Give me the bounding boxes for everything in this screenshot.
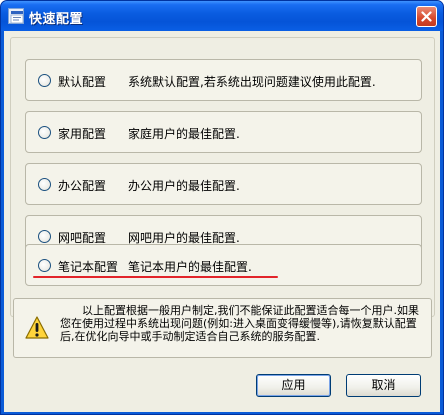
config-options-group: 默认配置 系统默认配置,若系统出现问题建议使用此配置. 家用配置 家庭用户的最佳… [10, 37, 435, 317]
close-icon [421, 11, 432, 22]
cancel-button[interactable]: 取消 [346, 374, 421, 397]
quick-config-window: 快速配置 默认配置 系统默认配置,若系统出现问题建议使用此配置. 家用配置 家庭… [0, 0, 444, 415]
warning-icon [25, 316, 49, 339]
window-title: 快速配置 [29, 12, 84, 27]
option-name: 笔记本配置 [58, 260, 119, 274]
radio-default[interactable] [38, 74, 51, 87]
dialog-client-area: 默认配置 系统默认配置,若系统出现问题建议使用此配置. 家用配置 家庭用户的最佳… [4, 31, 440, 412]
option-office[interactable]: 办公配置 办公用户的最佳配置. [25, 163, 422, 205]
radio-home[interactable] [38, 126, 51, 139]
option-description: 办公用户的最佳配置. [128, 179, 240, 193]
option-description: 家庭用户的最佳配置. [128, 127, 240, 141]
option-name: 办公配置 [58, 179, 107, 193]
info-text: 以上配置根据一般用户制定,我们不能保证此配置适合每一个用户.如果您在使用过程中系… [60, 304, 419, 343]
option-name: 默认配置 [58, 75, 107, 89]
apply-button[interactable]: 应用 [256, 374, 331, 397]
option-description: 笔记本用户的最佳配置. [128, 260, 252, 274]
title-bar[interactable]: 快速配置 [1, 1, 443, 31]
radio-office[interactable] [38, 178, 51, 191]
option-description: 系统默认配置,若系统出现问题建议使用此配置. [128, 75, 376, 89]
app-icon [8, 8, 24, 24]
highlight-underline [33, 276, 278, 278]
radio-netcafe[interactable] [38, 230, 51, 243]
info-panel: 以上配置根据一般用户制定,我们不能保证此配置适合每一个用户.如果您在使用过程中系… [13, 298, 432, 358]
option-home[interactable]: 家用配置 家庭用户的最佳配置. [25, 111, 422, 153]
option-name: 家用配置 [58, 127, 107, 141]
option-laptop[interactable]: 笔记本配置 笔记本用户的最佳配置. [25, 244, 422, 286]
radio-laptop[interactable] [38, 259, 51, 272]
option-default[interactable]: 默认配置 系统默认配置,若系统出现问题建议使用此配置. [25, 59, 422, 101]
close-button[interactable] [416, 6, 437, 27]
